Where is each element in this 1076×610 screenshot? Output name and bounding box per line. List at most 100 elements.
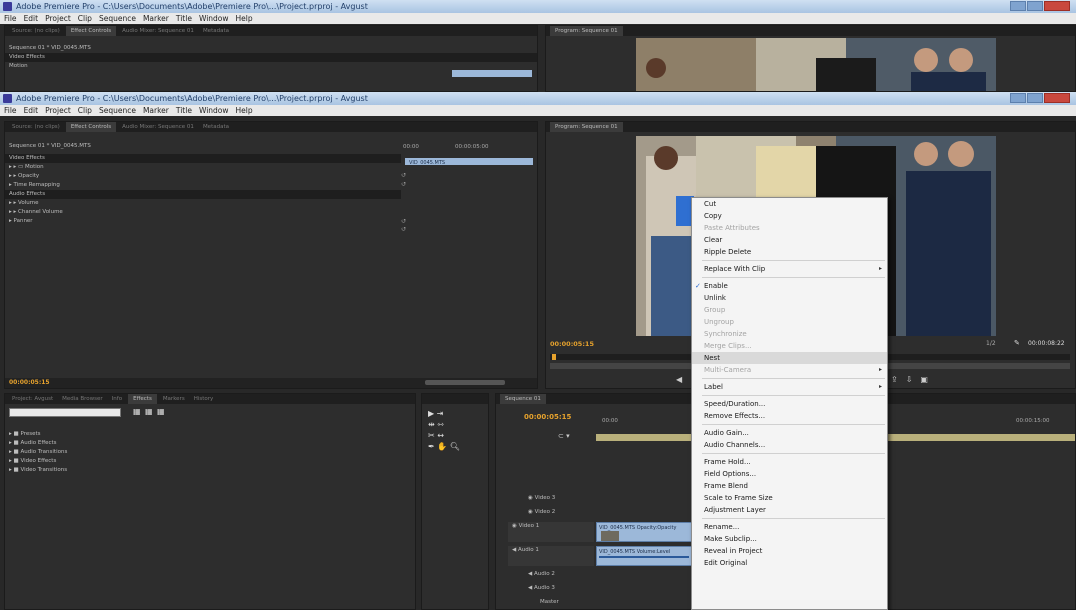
menu-marker[interactable]: Marker — [143, 105, 169, 116]
menu-item-frame-blend[interactable]: Frame Blend — [692, 480, 887, 492]
program-resolution[interactable]: 1/2 — [986, 340, 996, 347]
motion-row[interactable]: ▸ ▸ ▭ Motion — [5, 163, 401, 172]
extract-icon[interactable]: ⇩ — [906, 375, 913, 384]
track-audio-2[interactable]: ◀ Audio 2 — [524, 570, 594, 579]
effects-folder-video-effects[interactable]: ▸ ■ Video Effects — [5, 457, 415, 466]
32bit-effects-icon[interactable]: ▦ — [145, 407, 153, 416]
menu-project[interactable]: Project — [45, 105, 71, 116]
minimize-icon[interactable] — [1010, 1, 1026, 11]
time-remapping-row[interactable]: ▸ Time Remapping — [5, 181, 401, 190]
menu-title[interactable]: Title — [176, 105, 192, 116]
menu-item-label[interactable]: Label ▸ — [692, 381, 887, 393]
menu-help[interactable]: Help — [236, 13, 253, 24]
maximize-icon[interactable] — [1027, 93, 1043, 103]
menu-item-remove-effects[interactable]: Remove Effects... — [692, 410, 887, 422]
menu-sequence[interactable]: Sequence — [99, 105, 136, 116]
effects-search-input[interactable] — [9, 408, 121, 417]
reset-icon[interactable]: ↺ — [401, 172, 406, 179]
menu-title[interactable]: Title — [176, 13, 192, 24]
slip-tool-icon[interactable]: ↔ — [437, 431, 444, 440]
menu-item-make-subclip[interactable]: Make Subclip... — [692, 533, 887, 545]
menu-item-clear[interactable]: Clear — [692, 234, 887, 246]
hand-tool-icon[interactable]: ✋ — [437, 442, 447, 451]
menu-item-speed-duration[interactable]: Speed/Duration... — [692, 398, 887, 410]
menu-item-audio-channels[interactable]: Audio Channels... — [692, 439, 887, 451]
close-icon[interactable] — [1044, 93, 1070, 103]
expand-arrow-icon[interactable]: ▸ ▸ — [9, 173, 18, 179]
menu-item-frame-hold[interactable]: Frame Hold... — [692, 456, 887, 468]
menu-item-nest[interactable]: Nest — [692, 352, 887, 364]
menu-item-reveal-in-project[interactable]: Reveal in Project — [692, 545, 887, 557]
timeline-timecode[interactable]: 00:00:05:15 — [524, 413, 571, 421]
menu-edit[interactable]: Edit — [24, 13, 39, 24]
menu-window[interactable]: Window — [199, 105, 229, 116]
program-timecode[interactable]: 00:00:05:15 — [550, 340, 594, 348]
menu-item-rename[interactable]: Rename... — [692, 521, 887, 533]
menu-item-edit-original[interactable]: Edit Original — [692, 557, 887, 569]
tab-effect-controls[interactable]: Effect Controls — [65, 26, 117, 36]
tab-metadata[interactable]: Metadata — [200, 26, 232, 36]
menu-item-enable[interactable]: ✓ Enable — [692, 280, 887, 292]
menu-edit[interactable]: Edit — [24, 105, 39, 116]
menu-sequence[interactable]: Sequence — [99, 13, 136, 24]
track-video-2[interactable]: ◉ Video 2 — [524, 508, 594, 517]
reset-icon[interactable]: ↺ — [401, 181, 406, 188]
tab-audio-mixer[interactable]: Audio Mixer: Sequence 01 — [119, 122, 197, 132]
track-video-3[interactable]: ◉ Video 3 — [524, 494, 594, 503]
ec-zoom-slider[interactable] — [425, 380, 505, 385]
menu-window[interactable]: Window — [199, 13, 229, 24]
tab-effects[interactable]: Effects — [128, 394, 157, 404]
audio-clip[interactable]: VID_0045.MTS Volume:Level — [596, 546, 692, 566]
expand-arrow-icon[interactable]: ▸ ▸ — [9, 209, 18, 215]
ec-clip-bar[interactable]: VID_0045.MTS — [405, 158, 533, 166]
menu-item-scale-to-frame-size[interactable]: Scale to Frame Size — [692, 492, 887, 504]
menu-item-cut[interactable]: Cut — [692, 198, 887, 210]
maximize-icon[interactable] — [1027, 1, 1043, 11]
menu-marker[interactable]: Marker — [143, 13, 169, 24]
tab-project[interactable]: Project: Avgust — [9, 394, 56, 404]
menu-help[interactable]: Help — [236, 105, 253, 116]
effects-folder-audio-transitions[interactable]: ▸ ■ Audio Transitions — [5, 448, 415, 457]
effects-folder-presets[interactable]: ▸ ■ Presets — [5, 430, 415, 439]
channel-volume-row[interactable]: ▸ ▸ Channel Volume — [5, 208, 401, 217]
menu-clip[interactable]: Clip — [78, 105, 92, 116]
menu-item-copy[interactable]: Copy — [692, 210, 887, 222]
opacity-row[interactable]: ▸ ▸ Opacity — [5, 172, 401, 181]
yuv-effects-icon[interactable]: ▦ — [157, 407, 165, 416]
rolling-edit-tool-icon[interactable]: ⇿ — [437, 420, 444, 429]
tab-metadata[interactable]: Metadata — [200, 122, 232, 132]
reset-icon[interactable]: ↺ — [401, 226, 406, 233]
effects-folder-video-transitions[interactable]: ▸ ■ Video Transitions — [5, 466, 415, 475]
volume-row[interactable]: ▸ ▸ Volume — [5, 199, 401, 208]
menu-project[interactable]: Project — [45, 13, 71, 24]
tab-program-back[interactable]: Program: Sequence 01 — [550, 26, 623, 36]
tab-markers[interactable]: Markers — [160, 394, 188, 404]
export-frame-icon[interactable]: ▣ — [920, 375, 928, 384]
clip-bar-back[interactable] — [452, 70, 532, 77]
menu-item-unlink[interactable]: Unlink — [692, 292, 887, 304]
tab-effect-controls[interactable]: Effect Controls — [65, 122, 117, 132]
selection-tool-icon[interactable]: ▶ — [428, 409, 434, 418]
track-master[interactable]: Master — [536, 598, 596, 607]
expand-arrow-icon[interactable]: ▸ ▸ — [9, 200, 18, 206]
razor-tool-icon[interactable]: ✂ — [428, 431, 435, 440]
menu-clip[interactable]: Clip — [78, 13, 92, 24]
wrench-icon[interactable]: ✎ — [1014, 339, 1020, 347]
lift-icon[interactable]: ⇪ — [891, 375, 898, 384]
zoom-tool-icon[interactable]: 🔍︎ — [450, 442, 460, 451]
tab-info[interactable]: Info — [109, 394, 125, 404]
menu-item-adjustment-layer[interactable]: Adjustment Layer — [692, 504, 887, 516]
menu-item-ripple-delete[interactable]: Ripple Delete — [692, 246, 887, 258]
menu-file[interactable]: File — [4, 13, 17, 24]
track-audio-3[interactable]: ◀ Audio 3 — [524, 584, 594, 593]
minimize-icon[interactable] — [1010, 93, 1026, 103]
effects-folder-audio-effects[interactable]: ▸ ■ Audio Effects — [5, 439, 415, 448]
snap-icon[interactable]: ⊂ ▾ — [558, 432, 570, 440]
tab-source[interactable]: Source: (no clips) — [9, 26, 63, 36]
menu-item-field-options[interactable]: Field Options... — [692, 468, 887, 480]
ripple-edit-tool-icon[interactable]: ⇹ — [428, 420, 435, 429]
expand-arrow-icon[interactable]: ▸ ▸ ▭ — [9, 164, 25, 170]
accelerated-effects-icon[interactable]: ▦ — [133, 407, 141, 416]
pen-tool-icon[interactable]: ✒ — [428, 442, 435, 451]
video-clip[interactable]: VID_0045.MTS Opacity:Opacity — [596, 522, 692, 542]
